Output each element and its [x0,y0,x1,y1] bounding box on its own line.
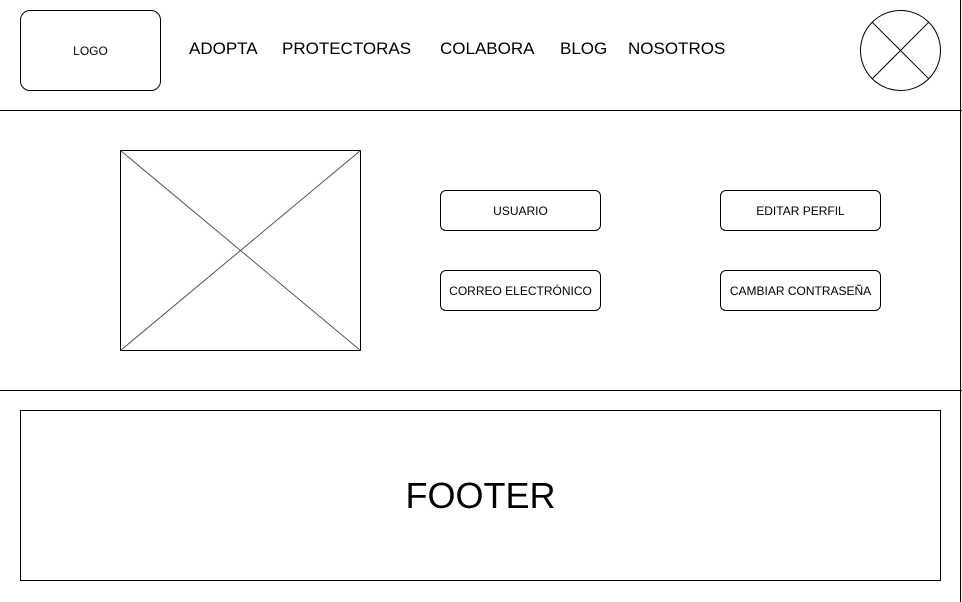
content-divider [0,390,962,391]
header-divider [0,110,962,111]
profile-image [120,150,361,351]
nav-link-protectoras[interactable]: PROTECTORAS [282,38,411,60]
footer-label: FOOTER [405,474,556,516]
logo-label: LOGO [73,43,108,58]
edit-profile-button[interactable]: EDITAR PERFIL [720,190,881,231]
nav-link-nosotros[interactable]: NOSOTROS [628,38,725,60]
user-field[interactable]: USUARIO [440,190,601,231]
right-border [960,0,961,602]
image-placeholder-icon [120,150,361,351]
nav-link-blog[interactable]: BLOG [560,38,607,60]
placeholder-circle-icon [860,10,941,91]
user-avatar[interactable] [860,10,941,91]
change-password-button[interactable]: CAMBIAR CONTRASEÑA [720,270,881,311]
email-field[interactable]: CORREO ELECTRÓNICO [440,270,601,311]
logo[interactable]: LOGO [20,10,161,91]
nav-link-colabora[interactable]: COLABORA [440,38,534,60]
nav-link-adopta[interactable]: ADOPTA [189,38,258,60]
site-footer: FOOTER [20,410,941,581]
